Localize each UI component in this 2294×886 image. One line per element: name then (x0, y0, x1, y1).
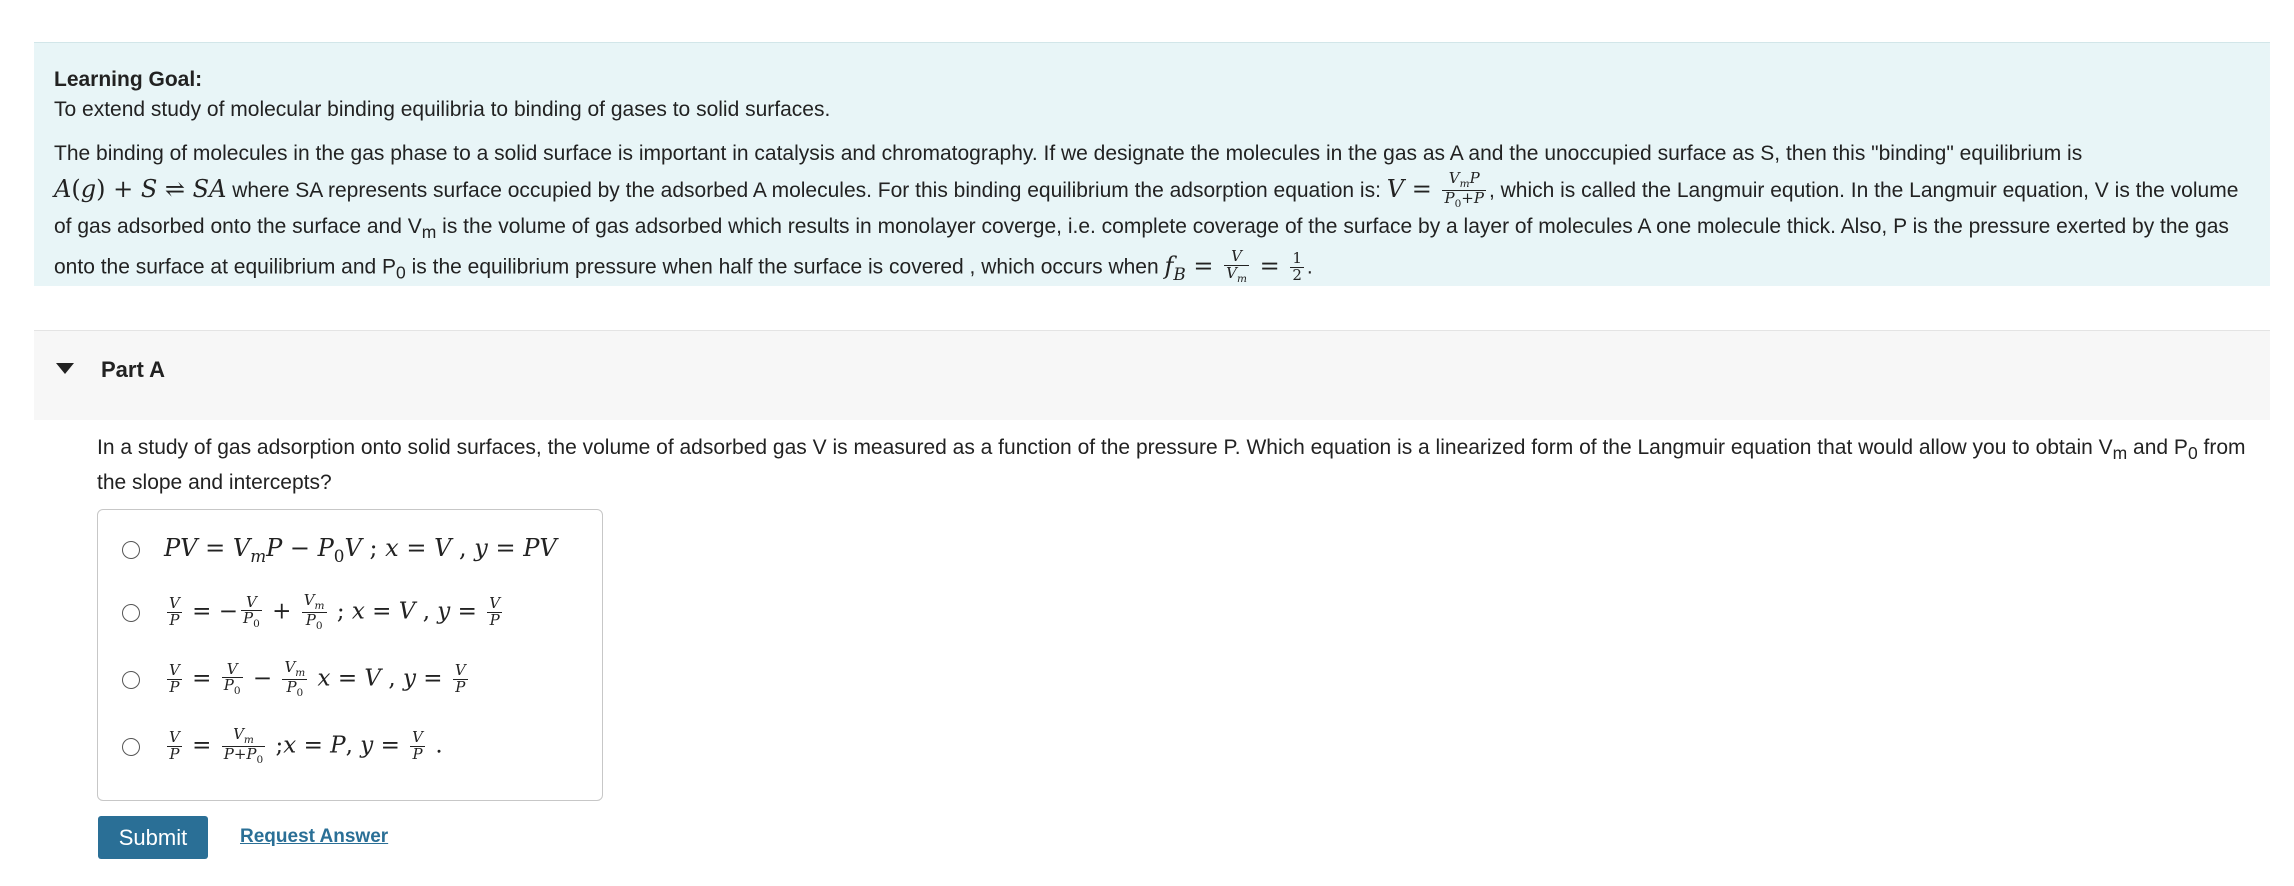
choice-2[interactable]: VP = − V P0 + Vm P0 ; x = V , y = VP (122, 591, 505, 633)
intro-paragraph: The binding of molecules in the gas phas… (54, 137, 2250, 291)
choice-3-equation: VP = V P0 − Vm P0 x = V , y = VP (167, 658, 468, 700)
learning-goal-text: To extend study of molecular binding equ… (54, 98, 831, 121)
fraction-bound-equation: fB = V Vm = 12 (1164, 247, 1304, 285)
collapse-caret-icon[interactable] (56, 363, 74, 374)
question-text-1: In a study of gas adsorption onto solid … (97, 436, 2113, 459)
radio-button[interactable] (122, 670, 140, 689)
intro-text-1: The binding of molecules in the gas phas… (54, 142, 2083, 165)
intro-text-2: where SA represents surface occupied by … (226, 178, 1387, 202)
question-text: In a study of gas adsorption onto solid … (97, 433, 2267, 498)
question-sub-0: 0 (2187, 443, 2198, 464)
choice-1-equation: PV = VmP − P0V ; x = V , y = PV (164, 534, 557, 566)
choice-1[interactable]: PV = VmP − P0V ; x = V , y = PV (122, 534, 557, 566)
submit-button[interactable]: Submit (98, 816, 208, 859)
question-text-2: and P (2127, 436, 2188, 459)
choice-4-equation: VP = Vm P+P0 ;x = P, y = VP . (167, 725, 443, 767)
binding-equilibrium-equation: A(g) + S ⇌ SA (54, 174, 227, 203)
radio-button[interactable] (122, 737, 140, 756)
learning-goal-panel: Learning Goal: To extend study of molecu… (34, 42, 2270, 286)
question-sub-m: m (2112, 443, 2128, 464)
intro-text-5: is the equilibrium pressure when half th… (405, 255, 1165, 279)
learning-goal-title: Learning Goal: (54, 68, 203, 91)
part-a-title: Part A (101, 357, 165, 382)
intro-sub-0: 0 (396, 262, 406, 283)
radio-button[interactable] (122, 540, 140, 559)
request-answer-link[interactable]: Request Answer (240, 823, 388, 851)
choice-4[interactable]: VP = Vm P+P0 ;x = P, y = VP . (122, 725, 443, 767)
answer-choices: PV = VmP − P0V ; x = V , y = PV VP = − V P… (97, 509, 603, 801)
intro-text-6: . (1306, 255, 1313, 279)
choice-2-equation: VP = − V P0 + Vm P0 ; x = V , y = VP (167, 591, 503, 633)
radio-button[interactable] (122, 603, 140, 622)
part-a-header[interactable]: Part A (34, 330, 2270, 420)
intro-sub-m: m (421, 221, 437, 242)
langmuir-equation: V = VmP P0+P (1386, 168, 1486, 210)
choice-3[interactable]: VP = V P0 − Vm P0 x = V , y = VP (122, 658, 471, 700)
